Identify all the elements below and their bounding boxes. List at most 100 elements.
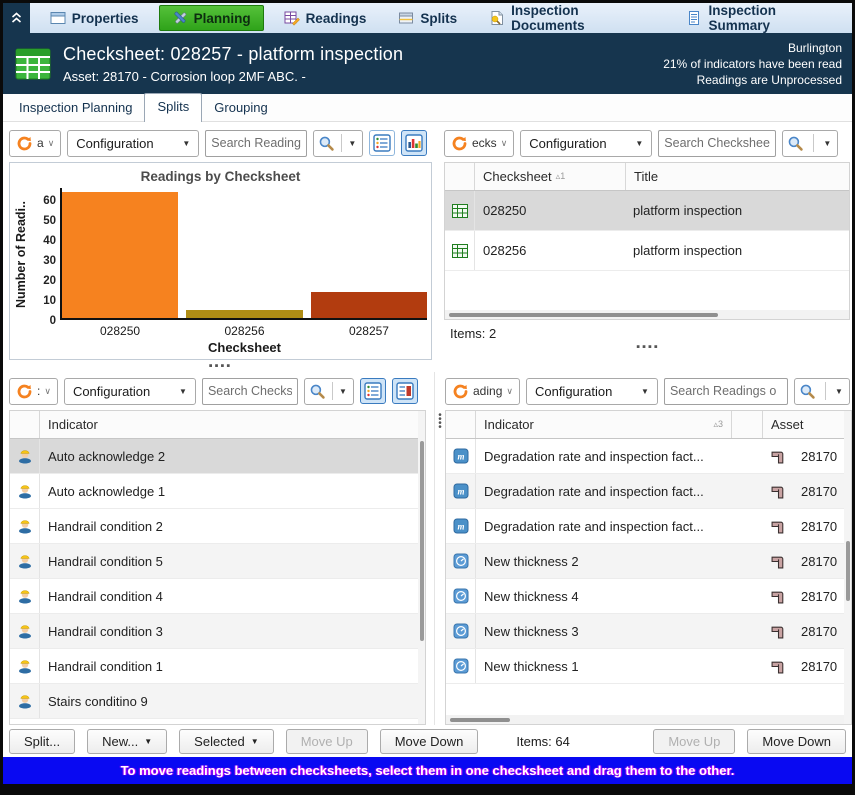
vertical-scrollbar[interactable]: [418, 411, 425, 724]
reading-row[interactable]: New thickness 328170: [446, 614, 851, 649]
readings-by-checksheet-chart: Readings by Checksheet Number of Readi..…: [9, 162, 432, 360]
selected-button[interactable]: Selected▼: [179, 729, 274, 754]
chart-view-selector[interactable]: a ∨: [9, 130, 61, 157]
column-checksheet[interactable]: Checksheet ▵1: [475, 169, 625, 184]
horizontal-scrollbar[interactable]: [446, 715, 851, 724]
list-view-toggle[interactable]: [369, 130, 395, 156]
indicator-row[interactable]: Auto acknowledge 1: [10, 474, 425, 509]
indicators-search-input[interactable]: [202, 378, 298, 405]
split-button[interactable]: Split...: [9, 729, 75, 754]
checksheet-grid-icon: [452, 244, 468, 258]
caret-down-icon: ▼: [144, 737, 152, 746]
card-view-toggle[interactable]: [392, 378, 418, 404]
formula-icon: m: [453, 483, 469, 499]
tab-grouping[interactable]: Grouping: [202, 95, 279, 121]
column-indicator[interactable]: Indicator ▵3: [476, 417, 731, 432]
checksheet-row[interactable]: 028250 platform inspection: [445, 191, 849, 231]
readings-view-selector[interactable]: ading ∨: [445, 378, 520, 405]
document-pencil-icon: [489, 10, 505, 26]
readings-items-count: Items: 64: [516, 734, 569, 749]
reading-row[interactable]: New thickness 428170: [446, 579, 851, 614]
wrench-icon: [172, 10, 188, 26]
reading-row[interactable]: mDegradation rate and inspection fact...…: [446, 474, 851, 509]
indicator-row[interactable]: Handrail condition 1: [10, 649, 425, 684]
tab-planning[interactable]: Planning: [159, 5, 264, 31]
reading-row[interactable]: mDegradation rate and inspection fact...…: [446, 439, 851, 474]
chart-search-input[interactable]: [205, 130, 307, 157]
scrollbar-thumb[interactable]: [449, 313, 718, 317]
main-toolbar: Properties Planning Readings Splits Insp…: [3, 3, 852, 34]
indicators-toolbar: : ∨ Configuration ▼ ▼: [9, 376, 434, 406]
caret-down-icon: ▼: [182, 139, 190, 148]
scrollbar-thumb[interactable]: [420, 441, 424, 641]
collapse-toolbar-button[interactable]: [3, 3, 30, 33]
reading-row[interactable]: New thickness 228170: [446, 544, 851, 579]
checksheets-toolbar: ecks ∨ Configuration ▼ ▼: [444, 128, 852, 158]
split-panel-icon: [398, 10, 414, 26]
scrollbar-thumb[interactable]: [846, 541, 850, 601]
reading-row[interactable]: mDegradation rate and inspection fact...…: [446, 509, 851, 544]
tab-splits-section[interactable]: Splits: [144, 93, 202, 122]
move-up-button[interactable]: Move Up: [286, 729, 368, 754]
tab-readings[interactable]: Readings: [272, 3, 379, 33]
indicator-row[interactable]: Stairs conditino 9: [10, 684, 425, 719]
chart-view-toggle[interactable]: [401, 130, 427, 156]
chart-title: Readings by Checksheet: [14, 169, 427, 184]
tab-inspection-summary[interactable]: Inspection Summary: [674, 3, 852, 33]
checksheets-search-button[interactable]: ▼: [782, 130, 838, 157]
y-tick-label: 50: [43, 215, 56, 227]
gauge-icon: [453, 658, 469, 674]
checksheets-configuration-dropdown[interactable]: Configuration ▼: [520, 130, 652, 157]
status-bar: To move readings between checksheets, se…: [3, 757, 852, 784]
indicators-configuration-dropdown[interactable]: Configuration ▼: [64, 378, 196, 405]
list-view-icon: [373, 134, 391, 152]
reading-row[interactable]: New thickness 128170: [446, 649, 851, 684]
tab-properties[interactable]: Properties: [38, 3, 151, 33]
vertical-splitter-handle[interactable]: ••••: [436, 414, 444, 430]
corrosion-loop-icon: [771, 624, 786, 639]
chart-search-button[interactable]: ▼: [313, 130, 363, 157]
indicator-row[interactable]: Handrail condition 3: [10, 614, 425, 649]
checksheets-search-input[interactable]: [658, 130, 776, 157]
caret-down-icon: ▼: [635, 139, 643, 148]
checksheets-table-header: Checksheet ▵1 Title: [445, 163, 849, 191]
indicator-row[interactable]: Auto acknowledge 2: [10, 439, 425, 474]
readings-configuration-dropdown[interactable]: Configuration ▼: [526, 378, 658, 405]
horizontal-splitter-handle[interactable]: ▪▪▪▪: [9, 360, 432, 372]
checksheet-title: platform inspection: [625, 203, 750, 218]
indicators-view-selector[interactable]: : ∨: [9, 378, 58, 405]
svg-text:m: m: [457, 452, 464, 462]
indicator-row[interactable]: Handrail condition 5: [10, 544, 425, 579]
readings-search-input[interactable]: [664, 378, 788, 405]
column-title[interactable]: Title: [626, 169, 666, 184]
indicator-row[interactable]: Handrail condition 4: [10, 579, 425, 614]
checksheets-view-selector[interactable]: ecks ∨: [444, 130, 514, 157]
chart-configuration-dropdown[interactable]: Configuration ▼: [67, 130, 199, 157]
tab-splits[interactable]: Splits: [386, 3, 469, 33]
column-asset[interactable]: Asset: [763, 417, 851, 432]
vertical-scrollbar[interactable]: [844, 411, 851, 724]
checksheet-header: Checksheet: 028257 - platform inspection…: [3, 34, 852, 94]
worker-icon: [17, 693, 33, 709]
indicator-row[interactable]: Handrail condition 2: [10, 509, 425, 544]
readings-move-up-button[interactable]: Move Up: [653, 729, 735, 754]
tab-inspection-documents[interactable]: Inspection Documents: [477, 3, 666, 33]
readings-search-button[interactable]: ▼: [794, 378, 850, 405]
refresh-icon: [16, 383, 33, 400]
column-indicator[interactable]: Indicator: [40, 417, 106, 432]
bar-028257: [311, 292, 427, 318]
readings-move-down-button[interactable]: Move Down: [747, 729, 846, 754]
new-button[interactable]: New...▼: [87, 729, 167, 754]
checksheet-title: platform inspection: [625, 243, 750, 258]
indicators-search-button[interactable]: ▼: [304, 378, 354, 405]
list-view-toggle[interactable]: [360, 378, 386, 404]
move-down-button[interactable]: Move Down: [380, 729, 479, 754]
horizontal-splitter-handle[interactable]: ▪▪▪▪: [444, 341, 852, 353]
y-tick-label: 20: [43, 275, 56, 287]
tab-inspection-planning[interactable]: Inspection Planning: [7, 95, 144, 121]
checksheets-table: Checksheet ▵1 Title 028250 platform insp…: [444, 162, 850, 320]
checksheet-row[interactable]: 028256 platform inspection: [445, 231, 849, 271]
scrollbar-thumb[interactable]: [450, 718, 510, 722]
corrosion-loop-icon: [771, 519, 786, 534]
horizontal-scrollbar[interactable]: [445, 310, 849, 319]
